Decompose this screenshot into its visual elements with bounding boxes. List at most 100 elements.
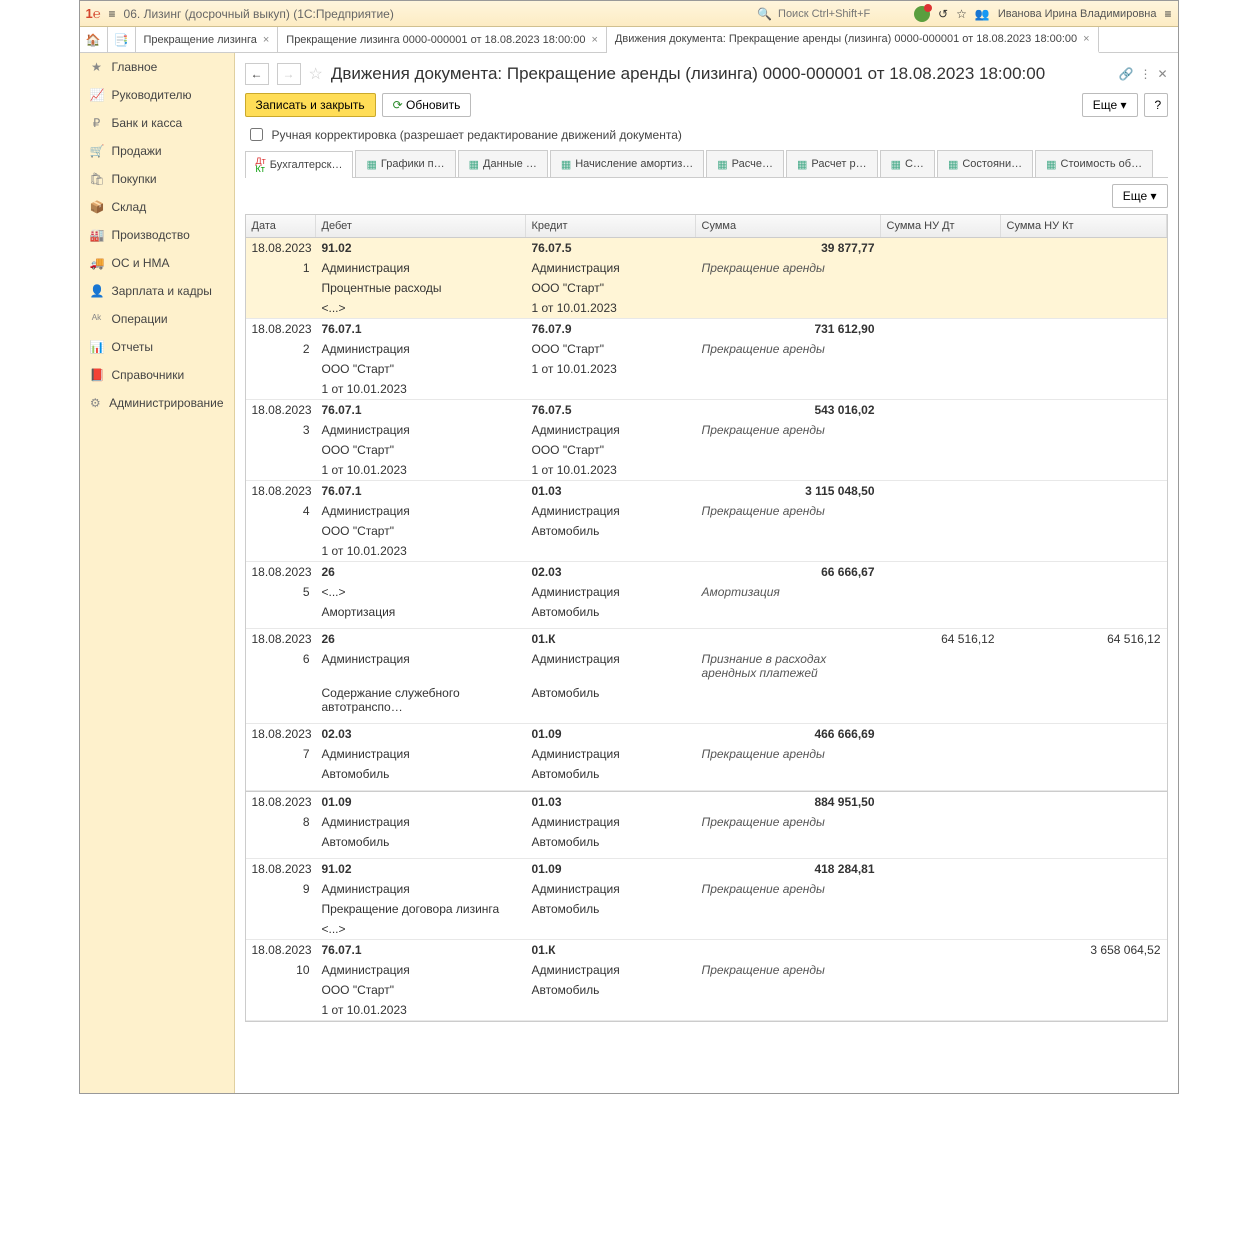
cell-sum: 418 284,81	[696, 859, 881, 879]
help-button[interactable]: ?	[1144, 93, 1168, 117]
nav-back-button[interactable]: ←	[245, 63, 269, 85]
cell-debit-account: 26	[316, 629, 526, 649]
posting-entry[interactable]: 18.08.202391.0276.07.539 877,771Админист…	[246, 238, 1167, 319]
sidebar-label: Главное	[112, 60, 158, 74]
register-tab[interactable]: ▦Состояни…	[937, 150, 1033, 177]
sidebar-item[interactable]: 📦Склад	[80, 193, 234, 221]
posting-entry[interactable]: 18.08.202376.07.176.07.5543 016,023Админ…	[246, 400, 1167, 481]
sidebar-item[interactable]: 🛍Покупки	[80, 165, 234, 193]
search-input[interactable]	[776, 7, 896, 21]
favorite-icon[interactable]: ☆	[956, 7, 967, 21]
posting-entry[interactable]: 18.08.202376.07.101.К3 658 064,5210Админ…	[246, 940, 1167, 1021]
cell-debit-account: 76.07.1	[316, 400, 526, 420]
tab-label: Прекращение лизинга 0000-000001 от 18.08…	[286, 34, 585, 46]
col-credit[interactable]: Кредит	[526, 215, 696, 237]
close-icon[interactable]: ×	[591, 34, 597, 46]
close-icon[interactable]: ×	[263, 34, 269, 46]
posting-entry[interactable]: 18.08.20232602.0366 666,675<...>Админист…	[246, 562, 1167, 629]
col-date[interactable]: Дата	[246, 215, 316, 237]
posting-entry[interactable]: 18.08.20232601.К64 516,1264 516,126Админ…	[246, 629, 1167, 724]
col-nudt[interactable]: Сумма НУ Дт	[881, 215, 1001, 237]
cell-date: 18.08.2023	[246, 319, 316, 339]
register-tab[interactable]: ▦Начисление амортиз…	[550, 150, 704, 177]
history-icon[interactable]: ↺	[938, 7, 948, 21]
sidebar-label: Покупки	[112, 172, 157, 186]
sidebar-item[interactable]: 📊Отчеты	[80, 333, 234, 361]
posting-entry[interactable]: 18.08.202391.0201.09418 284,819Администр…	[246, 859, 1167, 940]
cell-credit-sub: ООО "Старт"	[526, 339, 696, 359]
cell-credit-sub	[526, 1000, 696, 1020]
current-user[interactable]: Иванова Ирина Владимировна	[998, 8, 1157, 20]
cell-date: 18.08.2023	[246, 940, 316, 960]
nav-tab[interactable]: 📑	[108, 27, 136, 52]
cell-credit-sub: Автомобиль	[526, 521, 696, 541]
posting-entry[interactable]: 18.08.202301.0901.03884 951,508Администр…	[246, 792, 1167, 859]
register-tabs: ДтКтБухгалтерск…▦Графики п…▦Данные …▦Нач…	[245, 150, 1168, 178]
sidebar-item[interactable]: 🚚 ОС и НМА	[80, 249, 234, 277]
posting-entry[interactable]: 18.08.202376.07.176.07.9731 612,902Админ…	[246, 319, 1167, 400]
more-button[interactable]: Еще ▾	[1082, 93, 1138, 117]
document-tab[interactable]: Прекращение лизинга 0000-000001 от 18.08…	[278, 27, 607, 52]
sidebar-label: ОС и НМА	[112, 256, 170, 270]
link-icon[interactable]: 🔗	[1118, 67, 1133, 81]
global-search[interactable]: 🔍	[757, 7, 896, 21]
col-sum[interactable]: Сумма	[696, 215, 881, 237]
register-tab[interactable]: ▦Расчет р…	[786, 150, 878, 177]
sidebar-icon: 📊	[90, 340, 104, 354]
notifications-icon[interactable]	[914, 6, 930, 22]
kebab-icon[interactable]: ⋮	[1139, 67, 1151, 81]
sidebar-item[interactable]: ᴬᵏОперации	[80, 305, 234, 333]
document-tab[interactable]: Движения документа: Прекращение аренды (…	[607, 27, 1099, 53]
register-tab[interactable]: ДтКтБухгалтерск…	[245, 151, 354, 178]
cell-nukt	[1001, 724, 1167, 744]
cell-nudt	[881, 238, 1001, 258]
cell-debit-sub: 1 от 10.01.2023	[316, 541, 526, 561]
nav-forward-button[interactable]: →	[277, 63, 301, 85]
sidebar-item[interactable]: 📕Справочники	[80, 361, 234, 389]
users-icon[interactable]: 👥	[975, 7, 990, 21]
refresh-button[interactable]: ⟳ Обновить	[382, 93, 472, 117]
manual-correction-checkbox[interactable]	[250, 128, 263, 141]
sidebar-item[interactable]: 📈Руководителю	[80, 81, 234, 109]
star-icon[interactable]: ☆	[309, 64, 323, 84]
menu-icon[interactable]: ≡	[109, 7, 116, 21]
tab-label: Бухгалтерск…	[270, 159, 343, 171]
cell-debit-sub: ООО "Старт"	[316, 440, 526, 460]
sidebar-item[interactable]: 🛒Продажи	[80, 137, 234, 165]
register-tab[interactable]: ▦Расче…	[706, 150, 784, 177]
cell-debit-account: 02.03	[316, 724, 526, 744]
sidebar-item[interactable]: ⚙Администрирование	[80, 389, 234, 417]
col-nukt[interactable]: Сумма НУ Кт	[1001, 215, 1167, 237]
cell-debit-account: 91.02	[316, 859, 526, 879]
search-icon: 🔍	[757, 7, 772, 21]
cell-nukt	[1001, 481, 1167, 501]
cell-sum: 66 666,67	[696, 562, 881, 582]
cell-nukt: 64 516,12	[1001, 629, 1167, 649]
cell-nudt	[881, 859, 1001, 879]
sidebar-item[interactable]: 👤Зарплата и кадры	[80, 277, 234, 305]
register-tab[interactable]: ▦Данные …	[458, 150, 548, 177]
col-debit[interactable]: Дебет	[316, 215, 526, 237]
save-close-button[interactable]: Записать и закрыть	[245, 93, 376, 117]
sidebar-icon: 📕	[90, 368, 104, 382]
posting-entry[interactable]: 18.08.202302.0301.09466 666,697Администр…	[246, 724, 1167, 791]
posting-entry[interactable]: 18.08.202376.07.101.033 115 048,504Админ…	[246, 481, 1167, 562]
grid-icon: ▦	[797, 158, 807, 171]
close-icon[interactable]: ✕	[1157, 67, 1167, 81]
settings-icon[interactable]: ≡	[1164, 7, 1171, 21]
sidebar: ★Главное📈Руководителю₽Банк и касса🛒Прода…	[80, 53, 235, 1093]
cell-debit-sub: ООО "Старт"	[316, 980, 526, 1000]
grid-more-button[interactable]: Еще ▾	[1112, 184, 1168, 208]
cell-credit-sub: 1 от 10.01.2023	[526, 298, 696, 318]
cell-debit-sub: Администрация	[316, 812, 526, 832]
register-tab[interactable]: ▦Графики п…	[355, 150, 455, 177]
close-icon[interactable]: ×	[1083, 33, 1089, 45]
document-tab[interactable]: Прекращение лизинга×	[136, 27, 279, 52]
sidebar-item[interactable]: ★Главное	[80, 53, 234, 81]
sidebar-icon: 🚚	[90, 256, 104, 270]
register-tab[interactable]: ▦С…	[880, 150, 935, 177]
home-tab[interactable]: 🏠	[80, 27, 108, 52]
sidebar-item[interactable]: ₽Банк и касса	[80, 109, 234, 137]
register-tab[interactable]: ▦Стоимость об…	[1035, 150, 1153, 177]
sidebar-item[interactable]: 🏭Производство	[80, 221, 234, 249]
